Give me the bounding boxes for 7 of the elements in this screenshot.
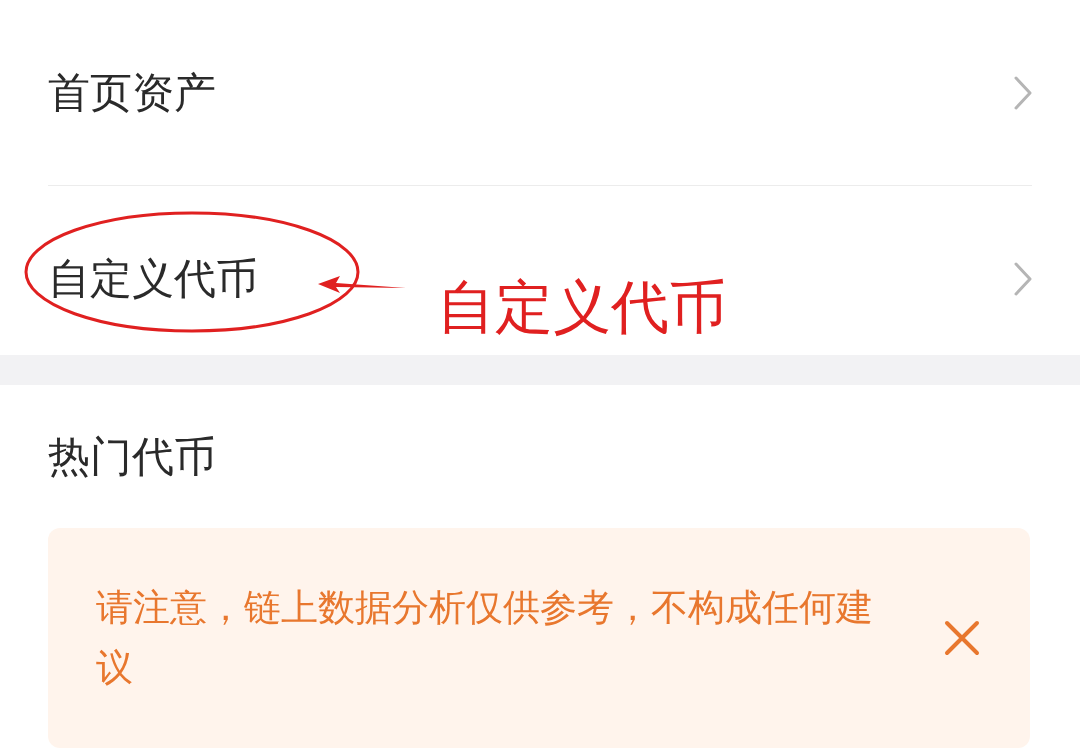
annotation-text: 自定义代币 <box>437 278 727 336</box>
chevron-right-icon <box>1014 75 1032 110</box>
section-title: 热门代币 <box>48 432 217 482</box>
notice-text: 请注意，链上数据分析仅供参考，不构成任何建议 <box>96 586 874 690</box>
chevron-right-icon <box>1014 261 1032 296</box>
close-icon[interactable] <box>944 620 980 656</box>
menu-item-label[interactable]: 首页资产 <box>48 61 216 124</box>
